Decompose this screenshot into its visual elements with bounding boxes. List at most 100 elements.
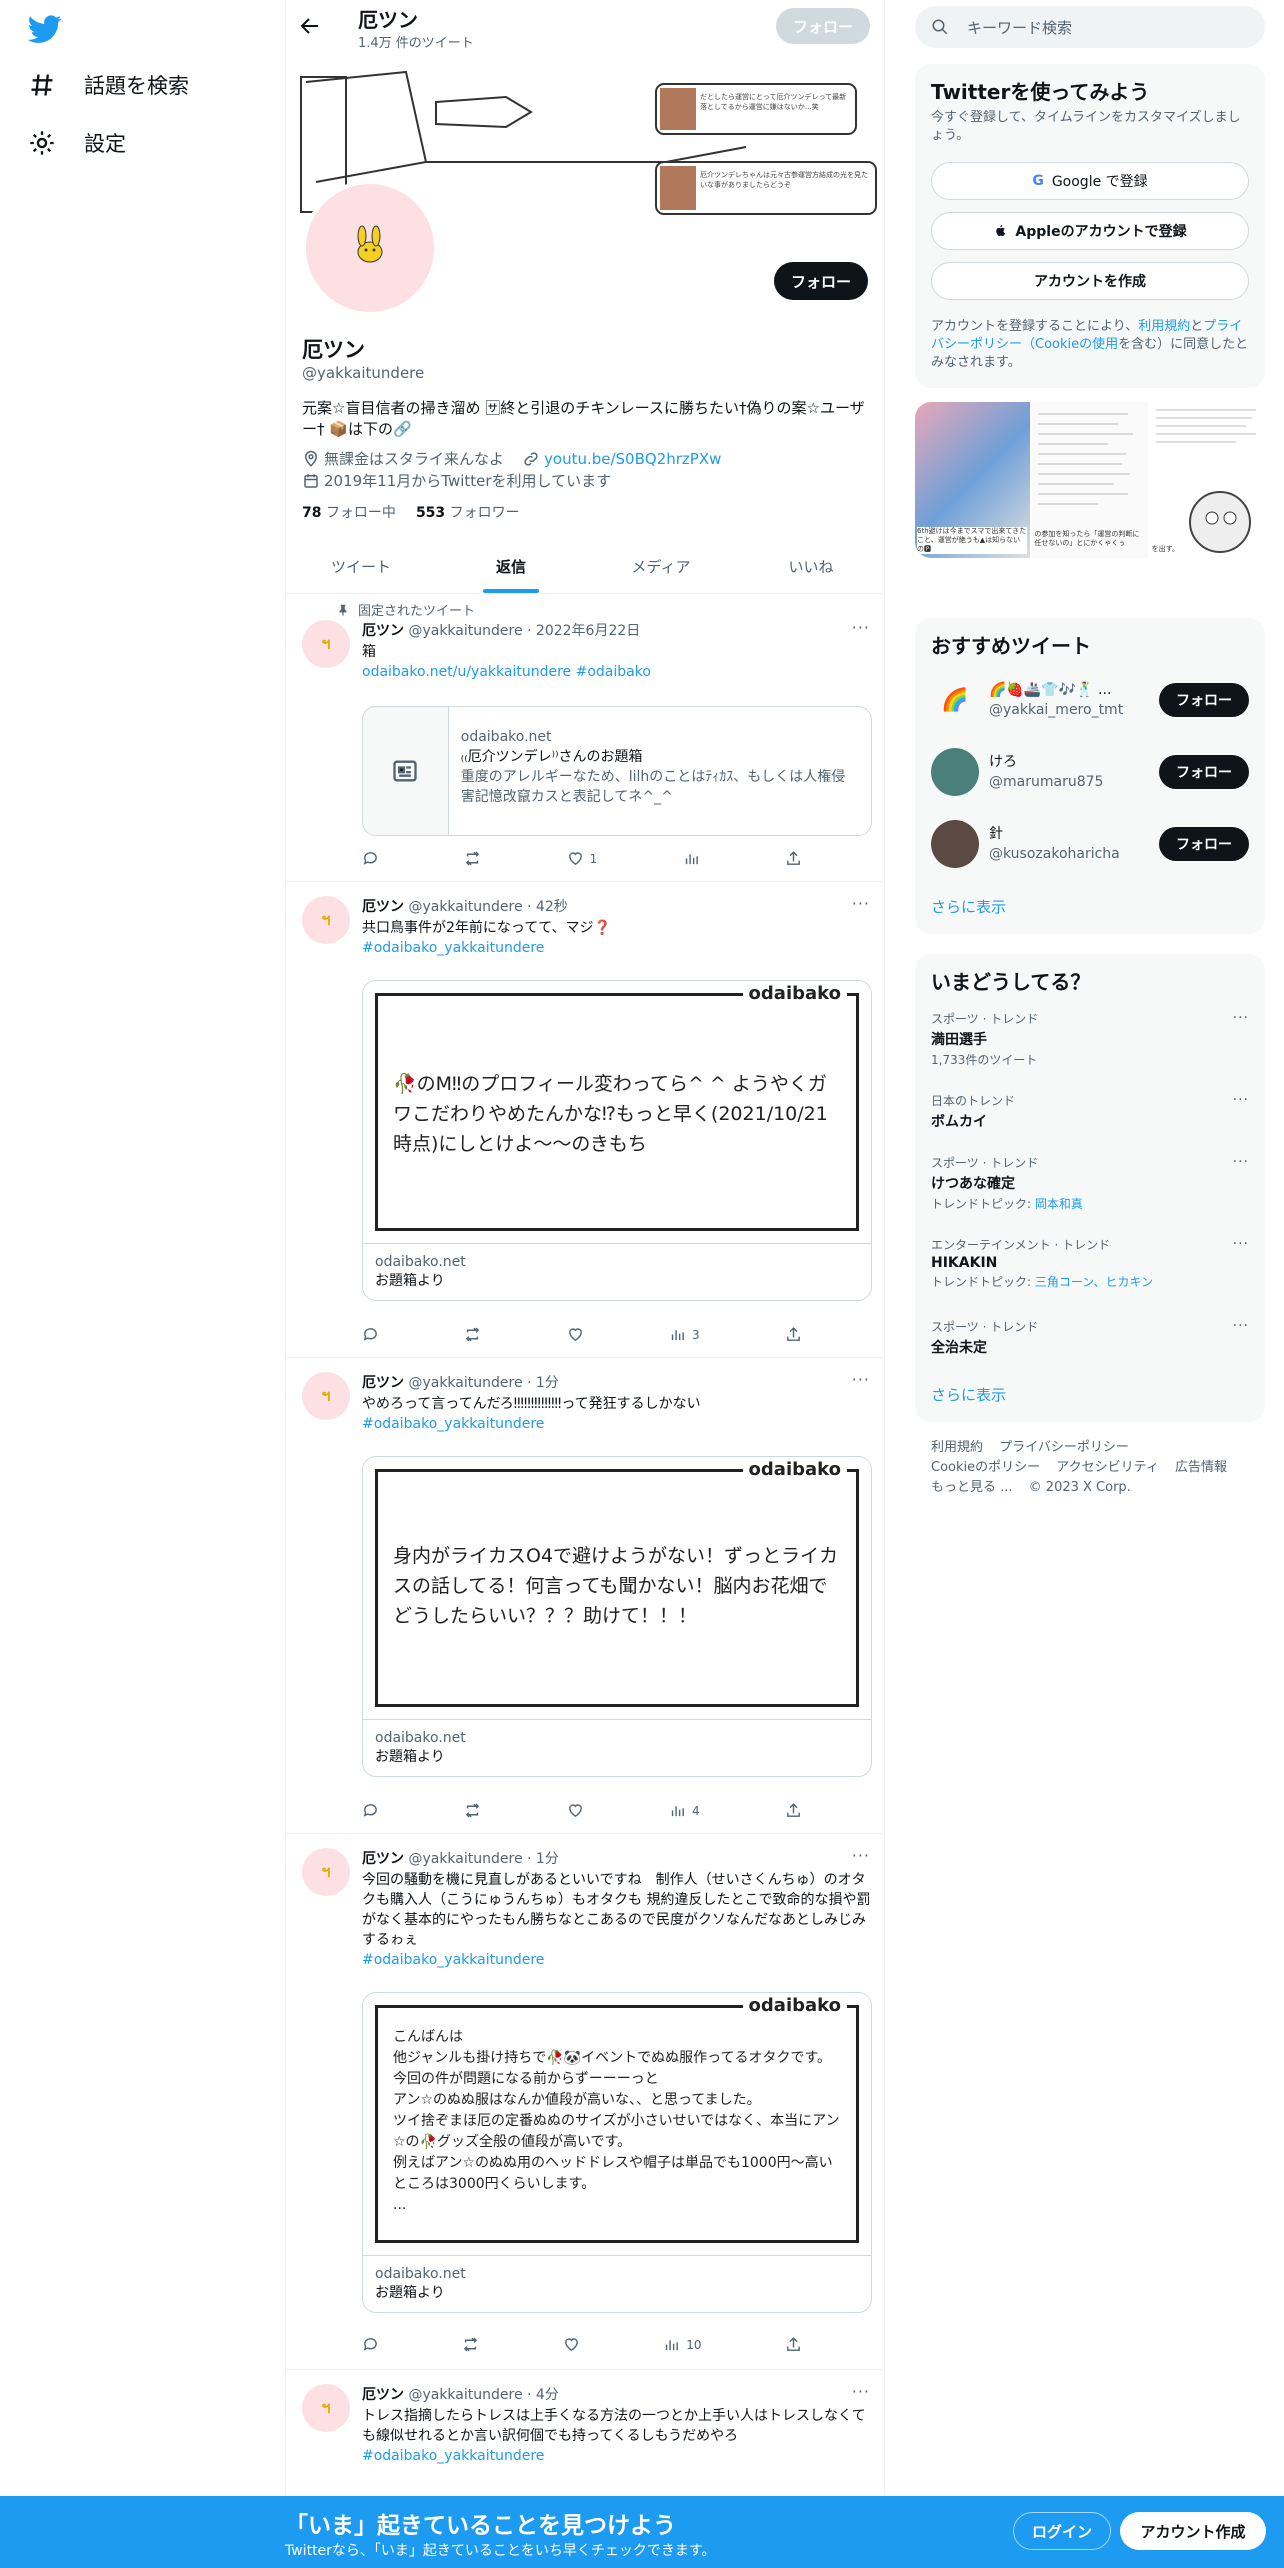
tweet-item[interactable]: ฯ 厄ツン @yakkaitundere · 1分 ··· やめろって言ってんだ…: [286, 1358, 884, 1834]
tweet-author-handle[interactable]: @yakkaitundere: [408, 1375, 522, 1391]
more-options-icon[interactable]: ···: [852, 2382, 870, 2401]
footer-link[interactable]: 利用規約: [931, 1440, 983, 1455]
follow-button[interactable]: フォロー: [1159, 683, 1249, 717]
tweet-time[interactable]: 1分: [536, 1375, 559, 1391]
tweet-time[interactable]: 2022年6月22日: [536, 623, 640, 639]
header-follow-button[interactable]: フォロー: [776, 8, 870, 44]
media-thumbnail[interactable]: 6th避けは今までスマで出来てきたこと、運営が絶うも▲は知らないの🅿: [915, 402, 1031, 558]
profile-follow-button[interactable]: フォロー: [774, 262, 868, 300]
tweet-item[interactable]: ฯ 厄ツン @yakkaitundere · 42秒 ··· 共口鳥事件が2年前…: [286, 882, 884, 1358]
recommend-user-row[interactable]: けろ @marumaru875 フォロー: [931, 748, 1249, 796]
views-button[interactable]: [683, 850, 700, 867]
show-more-link[interactable]: さらに表示: [931, 1384, 1006, 1405]
tweet-avatar[interactable]: ฯ: [302, 2384, 350, 2432]
hashtag-link[interactable]: #odaibako_yakkaitundere: [362, 940, 544, 956]
tweet-author-name[interactable]: 厄ツン: [362, 1851, 404, 1867]
terms-link[interactable]: 利用規約: [1138, 319, 1190, 334]
more-options-icon[interactable]: ···: [1233, 1236, 1249, 1252]
trend-topic-link[interactable]: 三角コーン、ヒカキン: [1035, 1275, 1153, 1289]
tweet-author-handle[interactable]: @yakkaitundere: [408, 2387, 522, 2403]
nav-settings[interactable]: 設定: [28, 128, 126, 158]
link-card[interactable]: odaibako.net ₍₍厄介ツンデレ⁾⁾さんのお題箱 重度のアレルギーなた…: [362, 706, 872, 836]
hashtag-link[interactable]: #odaibako_yakkaitundere: [362, 1952, 544, 1968]
reply-button[interactable]: [362, 850, 379, 867]
share-button[interactable]: [785, 850, 802, 867]
like-button[interactable]: 1: [567, 850, 597, 867]
more-options-icon[interactable]: ···: [852, 618, 870, 637]
more-options-icon[interactable]: ···: [1233, 1154, 1249, 1170]
footer-link[interactable]: 広告情報: [1175, 1460, 1227, 1475]
tweet-avatar[interactable]: ฯ: [302, 1848, 350, 1896]
tab-replies[interactable]: 返信: [436, 540, 586, 593]
show-more-link[interactable]: さらに表示: [931, 896, 1006, 917]
tweet-author-name[interactable]: 厄ツン: [362, 623, 404, 639]
reply-button[interactable]: [362, 2336, 379, 2353]
more-options-icon[interactable]: ···: [852, 1846, 870, 1865]
like-button[interactable]: [567, 1802, 584, 1819]
views-button[interactable]: 4: [669, 1802, 700, 1819]
following-stat[interactable]: 78 フォロー中: [302, 502, 396, 522]
like-button[interactable]: [563, 2336, 580, 2353]
profile-avatar[interactable]: [302, 180, 438, 316]
odaibako-card[interactable]: odaibako こんばんは 他ジャンルも掛け持ちで🥀🐼イベントでぬぬ服作ってる…: [362, 1992, 872, 2313]
footer-link[interactable]: もっと見る ...: [931, 1480, 1013, 1495]
reply-button[interactable]: [362, 1802, 379, 1819]
user-avatar[interactable]: [931, 820, 979, 868]
tweet-author-name[interactable]: 厄ツン: [362, 1375, 404, 1391]
hashtag-link[interactable]: #odaibako_yakkaitundere: [362, 1416, 544, 1432]
tweet-author-name[interactable]: 厄ツン: [362, 899, 404, 915]
tweet-time[interactable]: 1分: [536, 1851, 559, 1867]
create-account-button[interactable]: アカウントを作成: [931, 262, 1249, 300]
tweet-author-handle[interactable]: @yakkaitundere: [408, 899, 522, 915]
recommend-user-row[interactable]: 針 @kusozakoharicha フォロー: [931, 820, 1249, 868]
tweet-avatar[interactable]: ฯ: [302, 1372, 350, 1420]
user-avatar[interactable]: [931, 748, 979, 796]
trend-item[interactable]: スポーツ · トレンド 満田選手 1,733件のツイート ···: [931, 1010, 1249, 1068]
tweet-link[interactable]: odaibako.net/u/yakkaitundere #odaibako: [362, 664, 651, 680]
views-button[interactable]: 3: [669, 1326, 700, 1343]
trend-item[interactable]: エンターテインメント · トレンド HIKAKIN トレンドトピック: 三角コー…: [931, 1236, 1249, 1290]
back-arrow-icon[interactable]: [298, 14, 322, 38]
search-input[interactable]: キーワード検索: [967, 17, 1072, 38]
google-signup-button[interactable]: G Google で登録: [931, 162, 1249, 200]
nav-explore[interactable]: 話題を検索: [28, 70, 189, 100]
trend-item[interactable]: スポーツ · トレンド けつあな確定 トレンドトピック: 岡本和真 ···: [931, 1154, 1249, 1212]
twitter-logo-icon[interactable]: [28, 12, 62, 46]
followers-stat[interactable]: 553 フォロワー: [416, 502, 520, 522]
user-avatar[interactable]: 🌈: [931, 676, 979, 724]
tweet-author-handle[interactable]: @yakkaitundere: [408, 1851, 522, 1867]
tweet-author-handle[interactable]: @yakkaitundere: [408, 623, 522, 639]
footer-link[interactable]: プライバシーポリシー: [999, 1440, 1129, 1455]
views-button[interactable]: 10: [663, 2336, 702, 2353]
tab-likes[interactable]: いいね: [736, 540, 884, 593]
more-options-icon[interactable]: ···: [1233, 1092, 1249, 1108]
footer-link[interactable]: Cookieのポリシー: [931, 1460, 1040, 1475]
footer-link[interactable]: アクセシビリティ: [1056, 1460, 1159, 1475]
tweet-avatar[interactable]: ฯ: [302, 896, 350, 944]
reply-button[interactable]: [362, 1326, 379, 1343]
cookie-link[interactable]: （Cookieの使用: [1022, 337, 1118, 352]
search-bar[interactable]: キーワード検索: [915, 6, 1265, 48]
more-options-icon[interactable]: ···: [1233, 1010, 1249, 1026]
follow-button[interactable]: フォロー: [1159, 755, 1249, 789]
media-thumbnail[interactable]: を出す。: [1149, 402, 1265, 558]
retweet-button[interactable]: [464, 850, 481, 867]
more-options-icon[interactable]: ···: [1233, 1318, 1249, 1334]
hashtag-link[interactable]: #odaibako_yakkaitundere: [362, 2448, 544, 2464]
trend-item[interactable]: 日本のトレンド ボムカイ ···: [931, 1092, 1249, 1131]
retweet-button[interactable]: [464, 1802, 481, 1819]
follow-button[interactable]: フォロー: [1159, 827, 1249, 861]
trend-item[interactable]: スポーツ · トレンド 全治未定 ···: [931, 1318, 1249, 1357]
trend-topic-link[interactable]: 岡本和真: [1035, 1197, 1083, 1211]
like-button[interactable]: [567, 1326, 584, 1343]
profile-url-link[interactable]: youtu.be/S0BQ2hrzPXw: [544, 450, 721, 468]
media-thumbnail[interactable]: の参加を知ったら「運営の判断に任せないの」とにかくゃくぅ: [1032, 402, 1148, 558]
tweet-item[interactable]: ฯ 厄ツン @yakkaitundere · 1分 ··· 今回の騒動を機に見直…: [286, 1834, 884, 2370]
tweet-time[interactable]: 42秒: [536, 899, 568, 915]
signup-button[interactable]: アカウント作成: [1120, 2512, 1266, 2550]
tab-tweets[interactable]: ツイート: [286, 540, 436, 593]
share-button[interactable]: [785, 2336, 802, 2353]
share-button[interactable]: [785, 1802, 802, 1819]
tweet-avatar[interactable]: ฯ: [302, 620, 350, 668]
apple-signup-button[interactable]: Appleのアカウントで登録: [931, 212, 1249, 250]
